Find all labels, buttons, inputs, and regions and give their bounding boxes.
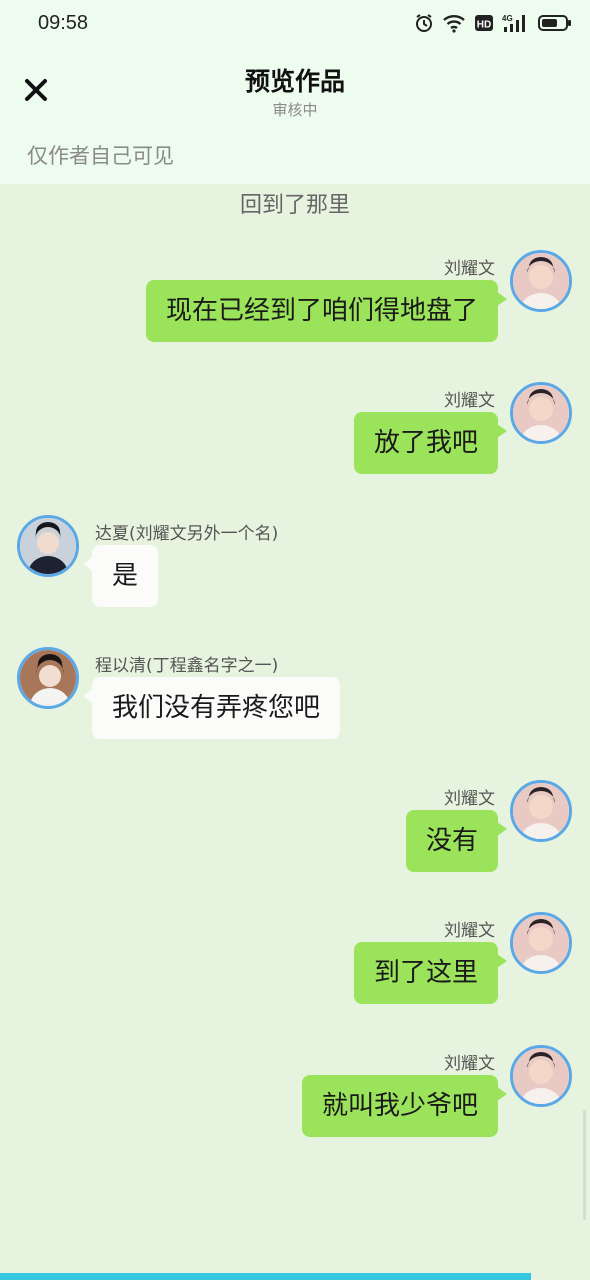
narration-text: 回到了那里 [239,193,350,218]
review-status: 审核中 [272,101,318,119]
message-bubble[interactable]: 是 [82,545,159,607]
scrollbar[interactable] [583,1110,586,1220]
message-bubble[interactable]: 没有 [405,810,508,872]
message-bubble[interactable]: 就叫我少爷吧 [301,1075,508,1137]
sender-name: 刘耀文 [444,1054,495,1074]
battery-icon [538,13,572,33]
sender-name: 达夏(刘耀文另外一个名) [95,524,279,544]
avatar[interactable] [510,1045,572,1107]
sender-name: 刘耀文 [444,789,495,809]
avatar[interactable] [510,250,572,312]
avatar[interactable] [510,382,572,444]
message-bubble[interactable]: 现在已经到了咱们得地盘了 [145,280,508,342]
status-time: 09:58 [38,12,89,34]
sender-name: 刘耀文 [444,259,495,279]
avatar[interactable] [510,912,572,974]
progress-bar [0,1273,590,1280]
sender-name: 刘耀文 [444,391,495,411]
sender-name: 程以清(丁程鑫名字之一) [95,656,279,676]
alarm-icon [414,13,434,33]
message-bubble[interactable]: 到了这里 [353,942,508,1004]
top-bar: 09:58 HD 4G 预览作品 审核中 仅作者自己可见 [0,0,590,184]
avatar[interactable] [17,647,79,709]
hd-icon: HD [474,13,494,33]
avatar[interactable] [17,515,79,577]
wifi-icon [442,13,466,33]
header: 预览作品 审核中 [0,52,590,130]
4g-signal-icon: 4G [502,13,530,33]
progress-fill [0,1273,531,1280]
status-icons: HD 4G [414,13,572,33]
status-bar: 09:58 HD 4G [0,0,590,52]
page-title: 预览作品 [244,67,345,96]
message-bubble[interactable]: 放了我吧 [353,412,508,474]
svg-text:HD: HD [477,20,491,31]
sender-name: 刘耀文 [444,921,495,941]
message-bubble[interactable]: 我们没有弄疼您吧 [82,677,341,739]
visibility-note: 仅作者自己可见 [27,144,174,168]
avatar[interactable] [510,780,572,842]
svg-text:4G: 4G [502,14,513,23]
chat-area[interactable]: 回到了那里 刘耀文 现在已经到了咱们得地盘了 刘耀文 放了我吧 达夏(刘耀文另外… [0,184,590,1274]
